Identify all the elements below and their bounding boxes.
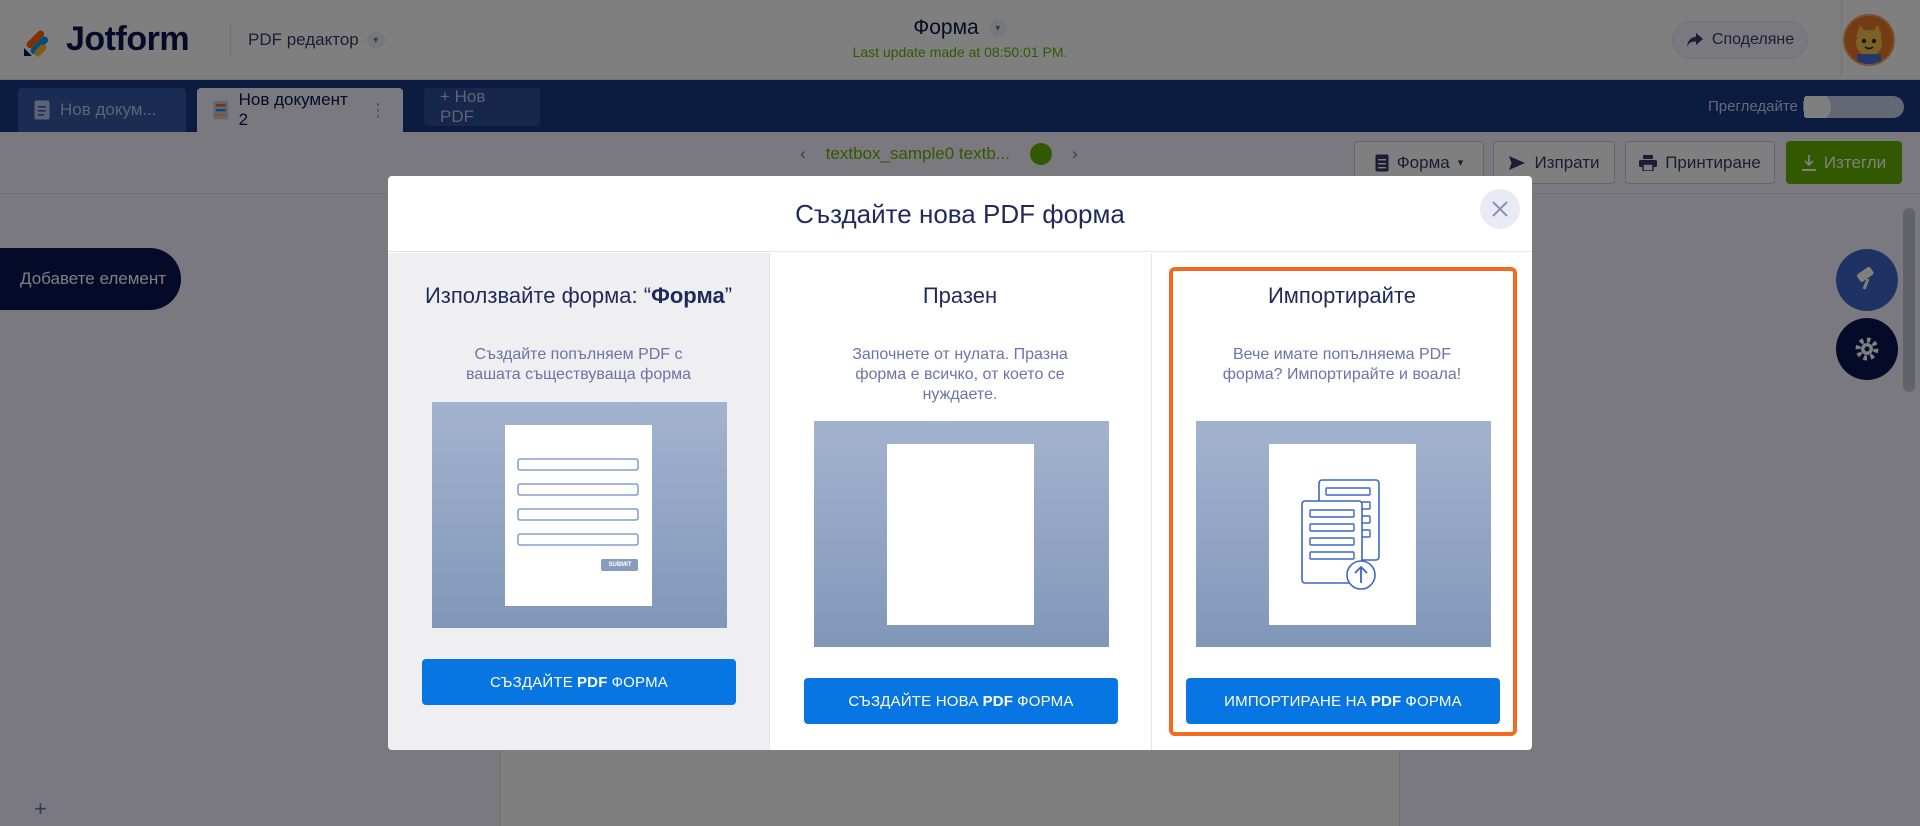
option-title: Импортирайте: [1267, 283, 1417, 308]
create-pdf-form-button[interactable]: СЪЗДАЙТЕ PDF ФОРМА: [422, 659, 736, 705]
option-title-suffix: ”: [724, 283, 733, 308]
submit-mock-label: SUBMIT: [608, 562, 632, 568]
blank-preview-thumbnail: [814, 421, 1109, 647]
import-form-option: Импортирайте Вече имате попълняема PDF ф…: [1151, 253, 1532, 750]
close-icon: [1492, 201, 1508, 217]
option-title: Използвайте форма: “Форма”: [388, 283, 769, 309]
cta-text: СЪЗДАЙТЕ: [490, 673, 573, 691]
option-title-form-name: Форма: [651, 283, 725, 308]
cta-text-bold: PDF: [576, 673, 608, 691]
form-fields-icon: [517, 458, 639, 571]
option-description: Вече имате попълняема PDF форма? Импорти…: [1222, 346, 1462, 383]
import-pdf-form-button[interactable]: ИМПОРТИРАНЕ НА PDF ФОРМА: [1186, 678, 1500, 724]
cta-text: ФОРМА: [1405, 692, 1462, 710]
import-page-illustration: [1269, 444, 1416, 625]
form-preview-thumbnail: SUBMIT: [432, 402, 727, 628]
form-page-illustration: SUBMIT: [505, 425, 652, 606]
import-documents-icon: [1301, 479, 1380, 590]
cta-text-bold: PDF: [1370, 692, 1402, 710]
cta-text: ФОРМА: [1017, 692, 1074, 710]
option-description: Създайте попълняем PDF с вашата съществу…: [465, 346, 692, 383]
cta-text-bold: PDF: [982, 692, 1014, 710]
option-title-prefix: Използвайте форма: “: [424, 283, 652, 308]
blank-form-option: Празен Започнете от нулата. Празна форма…: [769, 253, 1150, 750]
create-new-pdf-form-button[interactable]: СЪЗДАЙТЕ НОВА PDF ФОРМА: [804, 678, 1118, 724]
create-pdf-form-modal: Създайте нова PDF форма Използвайте форм…: [388, 176, 1532, 750]
close-modal-button[interactable]: [1480, 189, 1520, 229]
use-form-option: Използвайте форма: “Форма” Създайте попъ…: [388, 253, 769, 750]
cta-text: СЪЗДАЙТЕ НОВА: [848, 692, 979, 710]
option-description: Започнете от нулата. Празна форма е всич…: [852, 346, 1068, 403]
blank-page-illustration: [887, 444, 1034, 625]
cta-text: ФОРМА: [611, 673, 668, 691]
option-title: Празен: [922, 283, 998, 308]
import-preview-thumbnail: [1196, 421, 1491, 647]
cta-text: ИМПОРТИРАНЕ НА: [1224, 692, 1367, 710]
modal-title: Създайте нова PDF форма: [388, 176, 1532, 252]
